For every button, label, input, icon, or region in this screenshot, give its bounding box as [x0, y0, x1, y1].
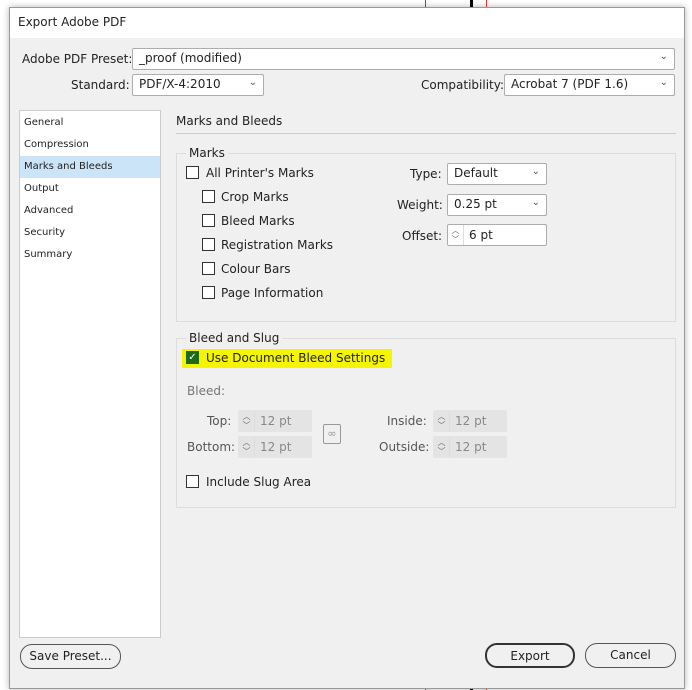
weight-value: 0.25 pt [454, 197, 497, 211]
chevron-down-icon: ⌄ [531, 166, 540, 177]
standard-select[interactable]: PDF/X-4:2010 ⌄ [132, 74, 264, 96]
bottom-stepper[interactable]: ︿ ﹀ 12 pt [238, 436, 312, 458]
chevron-down-icon: ⌄ [659, 77, 668, 88]
inside-stepper[interactable]: ︿ ﹀ 12 pt [433, 410, 507, 432]
inside-label: Inside: [387, 414, 427, 428]
export-button[interactable]: Export [485, 643, 575, 668]
title-bar: Export Adobe PDF [10, 8, 684, 38]
registration-marks-checkbox[interactable] [202, 238, 215, 251]
stepper-arrows-icon: ︿ ﹀ [434, 437, 450, 457]
page-information-checkbox[interactable] [202, 286, 215, 299]
preset-label: Adobe PDF Preset: [22, 52, 133, 66]
sidebar-item-compression[interactable]: Compression [20, 134, 160, 156]
marks-legend: Marks [186, 146, 228, 160]
stepper-arrows-icon: ︿ ﹀ [434, 411, 450, 431]
top-value: 12 pt [260, 414, 292, 428]
dialog-title: Export Adobe PDF [18, 15, 127, 29]
all-printers-marks-checkbox[interactable] [186, 166, 199, 179]
sidebar-item-advanced[interactable]: Advanced [20, 200, 160, 222]
include-slug-label: Include Slug Area [206, 475, 312, 489]
sidebar-item-marks-and-bleeds[interactable]: Marks and Bleeds [20, 156, 160, 178]
outside-stepper[interactable]: ︿ ﹀ 12 pt [433, 436, 507, 458]
sidebar-item-general[interactable]: General [20, 112, 160, 134]
crop-marks-checkbox[interactable] [202, 190, 215, 203]
chevron-down-icon: ⌄ [248, 77, 257, 88]
type-value: Default [454, 166, 498, 180]
colour-bars-checkbox[interactable] [202, 262, 215, 275]
preset-value: _proof (modified) [139, 51, 242, 65]
sidebar-item-security[interactable]: Security [20, 222, 160, 244]
bleed-marks-checkbox[interactable] [202, 214, 215, 227]
preset-select[interactable]: _proof (modified) ⌄ [132, 48, 675, 70]
checkmark-icon: ✓ [188, 352, 197, 363]
standard-label: Standard: [71, 78, 130, 92]
link-chain-icon[interactable]: ∞ [323, 424, 341, 444]
sidebar-item-output[interactable]: Output [20, 178, 160, 200]
cancel-button[interactable]: Cancel [585, 643, 676, 668]
use-document-bleed-checkbox[interactable]: ✓ [186, 351, 199, 364]
all-printers-marks-label: All Printer's Marks [206, 166, 314, 180]
stepper-arrows-icon[interactable]: ︿ ﹀ [448, 225, 464, 245]
export-pdf-dialog: Export Adobe PDF Adobe PDF Preset: _proo… [9, 7, 685, 689]
chevron-down-icon: ⌄ [659, 51, 668, 62]
registration-marks-label: Registration Marks [221, 238, 334, 252]
top-label: Top: [207, 414, 232, 428]
bottom-label: Bottom: [187, 440, 236, 454]
bottom-value: 12 pt [260, 440, 292, 454]
weight-label: Weight: [397, 198, 443, 212]
outside-value: 12 pt [455, 440, 487, 454]
compatibility-label: Compatibility: [421, 78, 505, 92]
include-slug-checkbox[interactable] [186, 475, 199, 488]
stepper-arrows-icon: ︿ ﹀ [239, 411, 255, 431]
bleed-label: Bleed: [187, 384, 225, 398]
inside-value: 12 pt [455, 414, 487, 428]
outside-label: Outside: [379, 440, 430, 454]
sidebar-item-summary[interactable]: Summary [20, 244, 160, 266]
compatibility-select[interactable]: Acrobat 7 (PDF 1.6) ⌄ [504, 74, 675, 96]
crop-marks-label: Crop Marks [221, 190, 289, 204]
offset-label: Offset: [402, 229, 443, 243]
type-label: Type: [410, 167, 442, 181]
offset-stepper[interactable]: ︿ ﹀ 6 pt [447, 224, 547, 246]
save-preset-button[interactable]: Save Preset... [20, 644, 121, 669]
standard-value: PDF/X-4:2010 [139, 77, 221, 91]
bleed-slug-legend: Bleed and Slug [186, 331, 283, 345]
chevron-down-icon: ⌄ [531, 197, 540, 208]
offset-value: 6 pt [469, 228, 493, 242]
divider [176, 133, 676, 134]
top-stepper[interactable]: ︿ ﹀ 12 pt [238, 410, 312, 432]
sidebar: General Compression Marks and Bleeds Out… [19, 110, 161, 638]
use-document-bleed-label: Use Document Bleed Settings [206, 351, 386, 365]
page-information-label: Page Information [221, 286, 324, 300]
type-select[interactable]: Default ⌄ [447, 163, 547, 185]
stepper-arrows-icon: ︿ ﹀ [239, 437, 255, 457]
section-title: Marks and Bleeds [176, 114, 283, 128]
compatibility-value: Acrobat 7 (PDF 1.6) [511, 77, 629, 91]
weight-select[interactable]: 0.25 pt ⌄ [447, 194, 547, 216]
bleed-marks-label: Bleed Marks [221, 214, 295, 228]
colour-bars-label: Colour Bars [221, 262, 291, 276]
